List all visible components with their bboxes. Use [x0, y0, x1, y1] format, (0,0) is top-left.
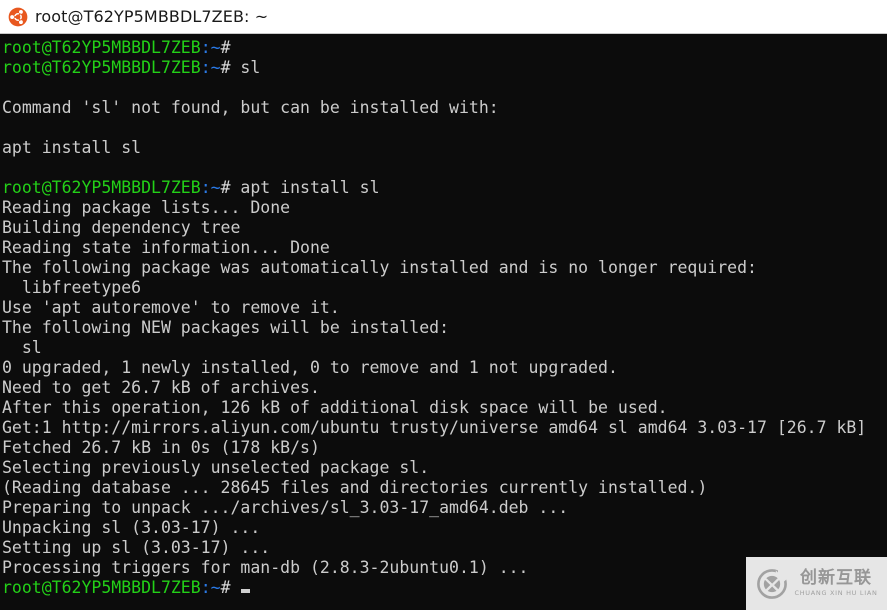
terminal-line-text: libfreetype6 [2, 278, 142, 297]
prompt-path: ~ [210, 38, 221, 57]
terminal-output-line: Selecting previously unselected package … [2, 458, 887, 478]
terminal-output-line: Reading package lists... Done [2, 198, 887, 218]
terminal-line-text: Need to get 26.7 kB of archives. [2, 378, 320, 397]
terminal-line-text: Command 'sl' not found, but can be insta… [2, 98, 499, 117]
terminal-output-line: Use 'apt autoremove' to remove it. [2, 298, 887, 318]
terminal-line-text: The following package was automatically … [2, 258, 757, 277]
prompt-user-host: root@T62YP5MBBDL7ZEB [2, 58, 201, 77]
watermark-pinyin-label: CHUANG XIN HU LIAN [794, 589, 878, 597]
terminal-line-text: After this operation, 126 kB of addition… [2, 398, 668, 417]
terminal-line-text: Preparing to unpack .../archives/sl_3.03… [2, 498, 569, 517]
window-titlebar: root@T62YP5MBBDL7ZEB: ~ [0, 0, 887, 34]
terminal-output-line: (Reading database ... 28645 files and di… [2, 478, 887, 498]
prompt-user-host: root@T62YP5MBBDL7ZEB [2, 178, 201, 197]
terminal-line-text: 0 upgraded, 1 newly installed, 0 to remo… [2, 358, 618, 377]
terminal-line-text: Setting up sl (3.03-17) ... [2, 538, 271, 557]
prompt-user-host: root@T62YP5MBBDL7ZEB [2, 578, 201, 597]
terminal-output-line: libfreetype6 [2, 278, 887, 298]
terminal-output-line: After this operation, 126 kB of addition… [2, 398, 887, 418]
terminal-line-text: Use 'apt autoremove' to remove it. [2, 298, 340, 317]
prompt-path: ~ [210, 178, 221, 197]
terminal-output-line: Reading state information... Done [2, 238, 887, 258]
prompt-sigil: # [220, 178, 231, 197]
terminal-line-text: Unpacking sl (3.03-17) ... [2, 518, 261, 537]
terminal-output-line: Fetched 26.7 kB in 0s (178 kB/s) [2, 438, 887, 458]
terminal-line-text: Reading state information... Done [2, 238, 330, 257]
ubuntu-logo-icon [8, 7, 28, 26]
terminal-output-line: 0 upgraded, 1 newly installed, 0 to remo… [2, 358, 887, 378]
terminal-prompt-line: root@T62YP5MBBDL7ZEB:~# sl [2, 58, 887, 78]
terminal-line-text: Selecting previously unselected package … [2, 458, 430, 477]
terminal-line-text: Get:1 http://mirrors.aliyun.com/ubuntu t… [2, 418, 867, 437]
prompt-separator: : [200, 58, 211, 77]
terminal-output-line: sl [2, 338, 887, 358]
cx-logo-icon [757, 568, 790, 599]
terminal-line-text: Processing triggers for man-db (2.8.3-2u… [2, 558, 529, 577]
terminal-output-line: The following NEW packages will be insta… [2, 318, 887, 338]
terminal-output-line: Command 'sl' not found, but can be insta… [2, 98, 887, 118]
terminal-output-line: Preparing to unpack .../archives/sl_3.03… [2, 498, 887, 518]
terminal-prompt-line: root@T62YP5MBBDL7ZEB:~# [2, 38, 887, 58]
watermark-overlay: 创新互联 CHUANG XIN HU LIAN [746, 557, 887, 610]
prompt-command: sl [230, 58, 261, 77]
watermark-chinese-label: 创新互联 [800, 568, 872, 588]
prompt-separator: : [200, 578, 211, 597]
terminal-output-line: Need to get 26.7 kB of archives. [2, 378, 887, 398]
prompt-sigil: # [220, 578, 231, 597]
prompt-user-host: root@T62YP5MBBDL7ZEB [2, 38, 201, 57]
terminal-line-text: apt install sl [2, 138, 142, 157]
window-title: root@T62YP5MBBDL7ZEB: ~ [35, 6, 269, 26]
terminal-cursor [241, 589, 251, 593]
terminal-line-text: sl [2, 338, 42, 357]
terminal-line-text: Reading package lists... Done [2, 198, 291, 217]
terminal-line-text: (Reading database ... 28645 files and di… [2, 478, 708, 497]
terminal-output-line: Get:1 http://mirrors.aliyun.com/ubuntu t… [2, 418, 887, 438]
prompt-path: ~ [210, 578, 221, 597]
watermark-text-block: 创新互联 CHUANG XIN HU LIAN [794, 569, 877, 598]
terminal-output-line: Setting up sl (3.03-17) ... [2, 538, 887, 558]
terminal-window: root@T62YP5MBBDL7ZEB: ~ root@T62YP5MBBDL… [0, 0, 887, 610]
terminal-output-area[interactable]: root@T62YP5MBBDL7ZEB:~# root@T62YP5MBBDL7… [0, 34, 887, 610]
prompt-path: ~ [210, 58, 221, 77]
prompt-command: apt install sl [230, 178, 380, 197]
prompt-sigil: # [220, 58, 231, 77]
prompt-separator: : [200, 38, 211, 57]
terminal-line-text: Building dependency tree [2, 218, 241, 237]
prompt-sigil: # [220, 38, 231, 57]
terminal-line-text: The following NEW packages will be insta… [2, 318, 450, 337]
prompt-separator: : [200, 178, 211, 197]
terminal-output-line: Building dependency tree [2, 218, 887, 238]
terminal-output-line: apt install sl [2, 138, 887, 158]
terminal-output-line: Unpacking sl (3.03-17) ... [2, 518, 887, 538]
terminal-output-line: The following package was automatically … [2, 258, 887, 278]
terminal-line-text: Fetched 26.7 kB in 0s (178 kB/s) [2, 438, 320, 457]
prompt-command [231, 578, 241, 597]
terminal-prompt-line: root@T62YP5MBBDL7ZEB:~# apt install sl [2, 178, 887, 198]
